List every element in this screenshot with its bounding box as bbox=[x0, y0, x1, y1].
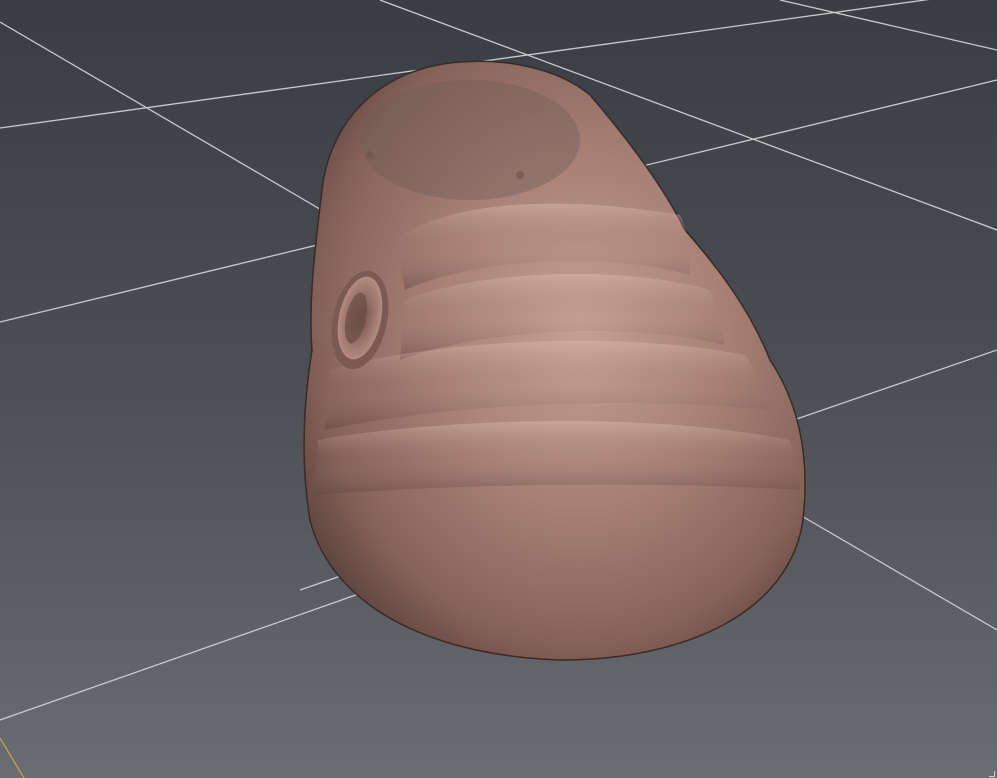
axis-origin-line bbox=[0, 737, 25, 778]
skin-spot bbox=[366, 151, 374, 159]
3d-viewport[interactable] bbox=[0, 0, 997, 778]
skin-spot bbox=[516, 171, 524, 179]
viewport-corner-handle[interactable] bbox=[989, 771, 995, 777]
viewport-canvas[interactable] bbox=[0, 0, 997, 778]
sculpted-head-mesh[interactable] bbox=[303, 60, 806, 661]
ridge-4 bbox=[315, 421, 800, 495]
crown-highlight-2 bbox=[360, 80, 580, 200]
